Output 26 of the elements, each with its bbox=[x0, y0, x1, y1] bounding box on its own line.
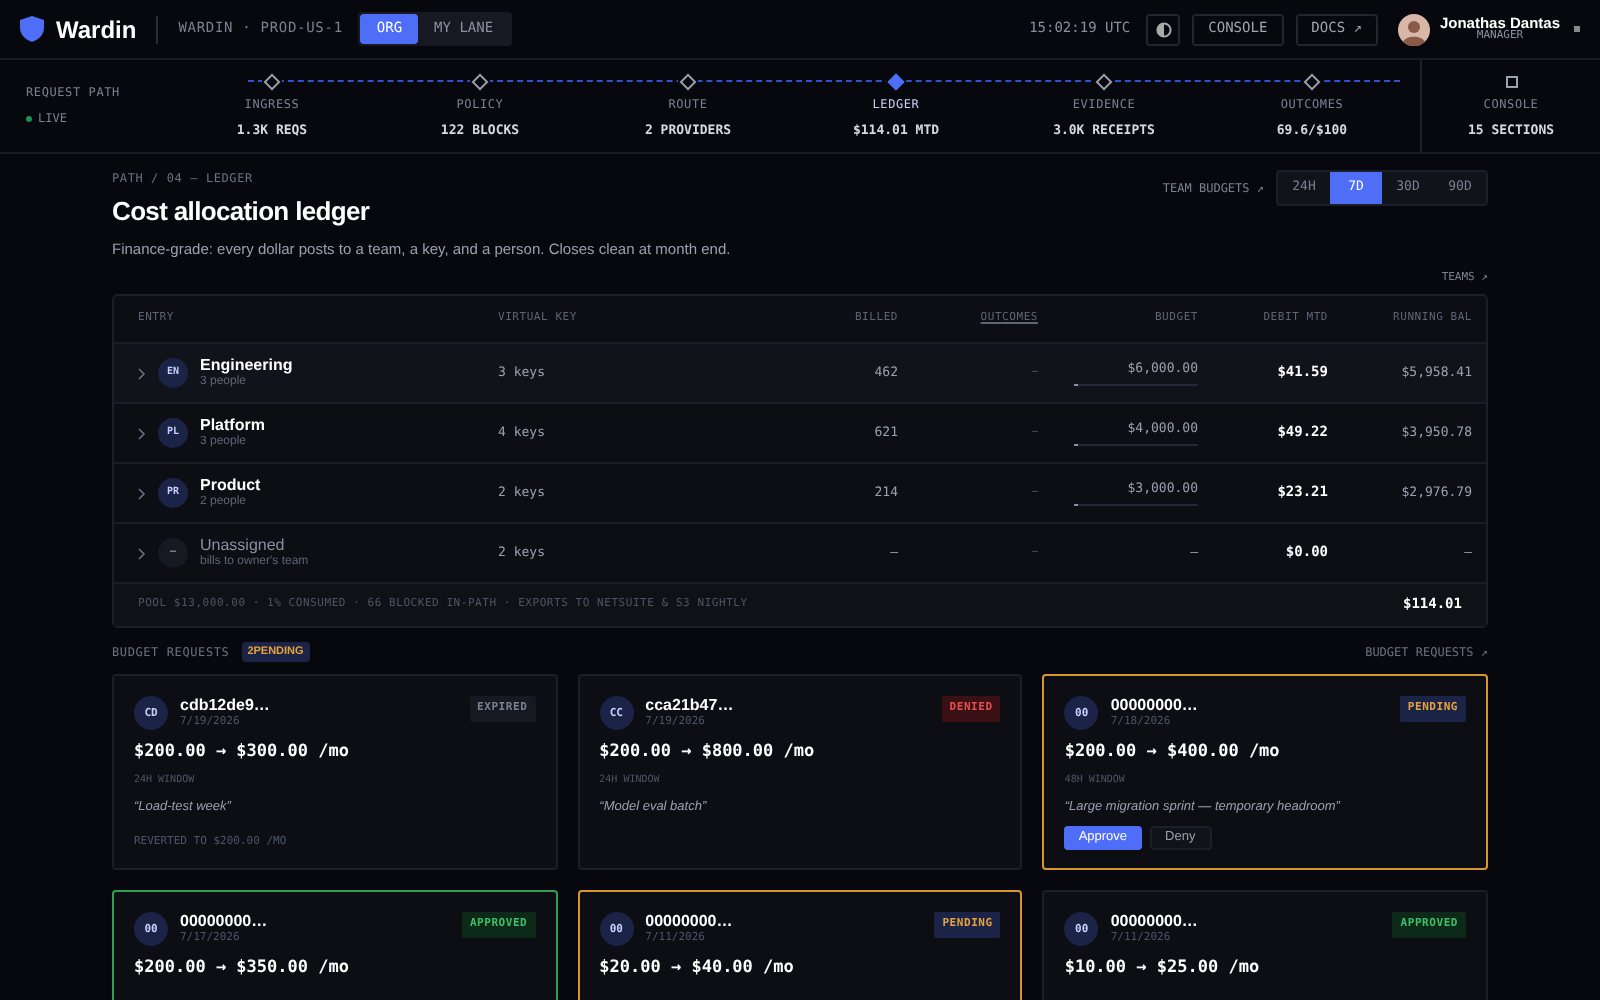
amount-change: $10.00 → $25.00 /mo bbox=[1064, 956, 1262, 982]
user-avatar-icon bbox=[1397, 13, 1430, 45]
request-id: cca21b47… bbox=[645, 696, 736, 715]
team-name: Product bbox=[200, 475, 261, 495]
request-id: cdb12de9… bbox=[180, 696, 272, 715]
team-name: Engineering bbox=[200, 355, 293, 375]
amount-change: $200.00 → $300.00 /mo bbox=[134, 740, 351, 766]
amount-change: $20.00 → $40.00 /mo bbox=[599, 956, 796, 982]
request-id: 00000000… bbox=[180, 912, 270, 931]
request-id: 00000000… bbox=[1110, 696, 1200, 715]
shield-logo-icon bbox=[20, 16, 44, 42]
request-id: 00000000… bbox=[1110, 912, 1200, 931]
chevron-icon[interactable] bbox=[138, 487, 146, 499]
amount-change: $200.00 → $350.00 /mo bbox=[134, 956, 351, 982]
team-name: Platform bbox=[200, 415, 265, 435]
brand-name: Wardin bbox=[56, 13, 137, 47]
team-name: Unassigned bbox=[200, 535, 287, 555]
half-circle-icon bbox=[1155, 21, 1172, 37]
amount-change: $200.00 → $400.00 /mo bbox=[1064, 740, 1282, 766]
chevron-icon[interactable] bbox=[138, 547, 146, 559]
theme-toggle-button[interactable] bbox=[1146, 13, 1181, 45]
page-title: Cost allocation ledger bbox=[112, 194, 372, 230]
chevron-icon[interactable] bbox=[138, 427, 146, 439]
request-id: 00000000… bbox=[645, 912, 735, 931]
amount-change: $200.00 → $800.00 /mo bbox=[599, 740, 817, 766]
chevron-icon[interactable] bbox=[138, 367, 146, 379]
